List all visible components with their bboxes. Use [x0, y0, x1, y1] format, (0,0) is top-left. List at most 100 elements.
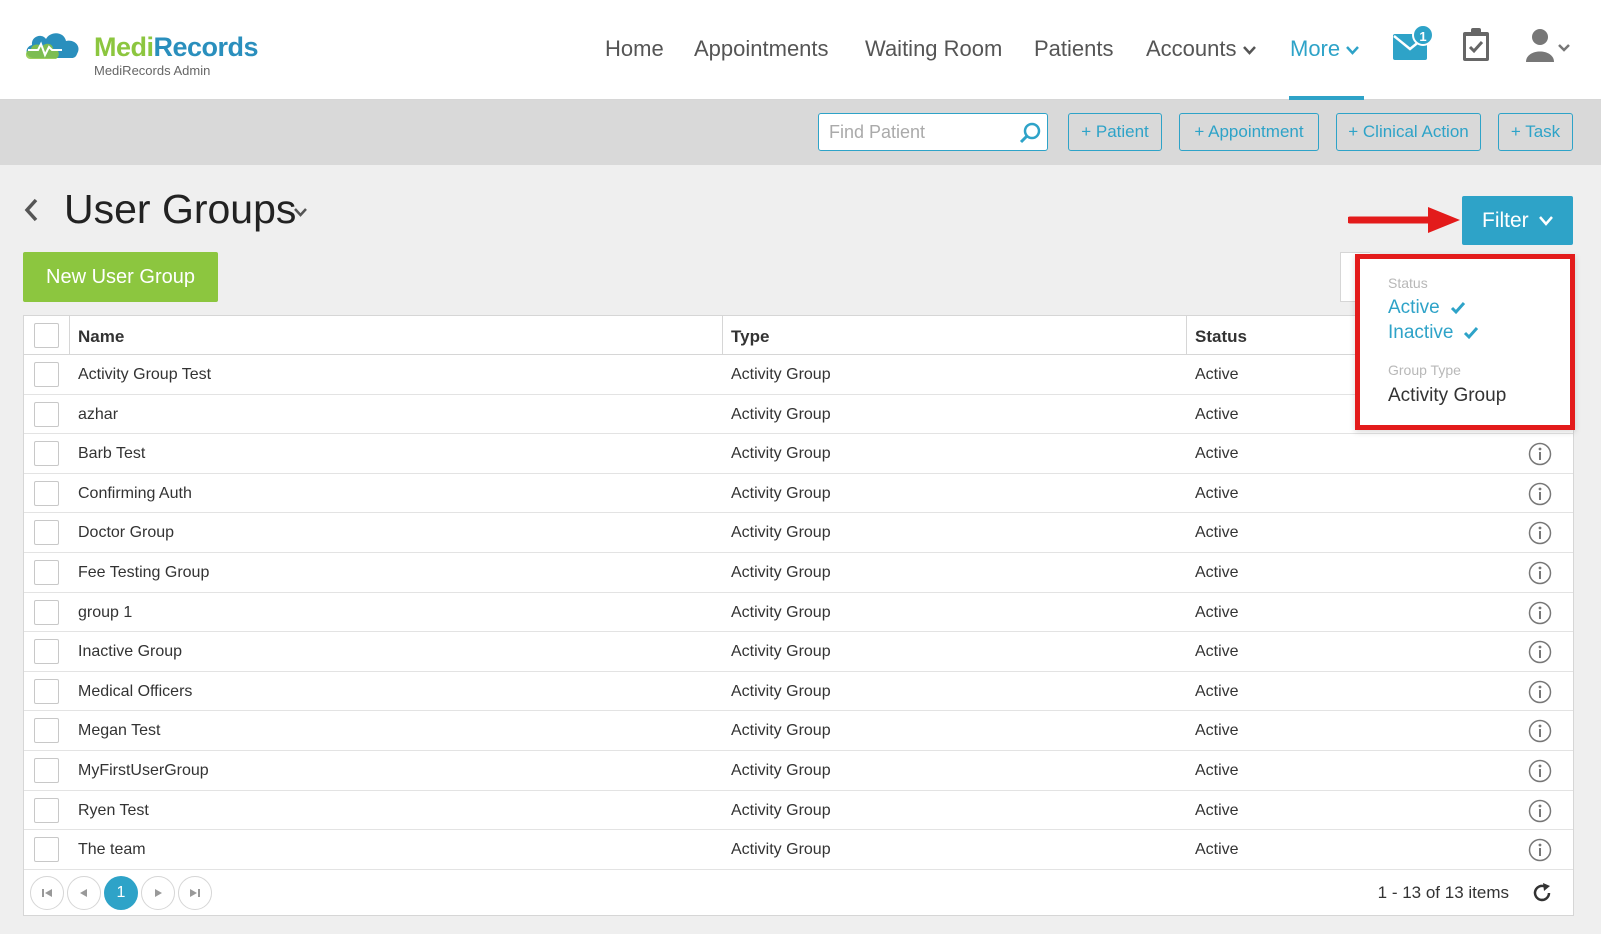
previous-page-button[interactable]: [67, 876, 101, 910]
row-info-button[interactable]: [1528, 799, 1552, 828]
row-checkbox[interactable]: [34, 758, 59, 783]
add-task-button[interactable]: + Task: [1498, 113, 1573, 151]
current-page-indicator[interactable]: 1: [104, 876, 138, 910]
row-select-cell: [24, 751, 70, 790]
group-status-cell: Active: [1195, 445, 1239, 463]
table-row[interactable]: Medical Officers Activity Group Active: [24, 672, 1573, 712]
row-checkbox[interactable]: [34, 718, 59, 744]
group-status-cell: Active: [1195, 801, 1239, 819]
row-checkbox[interactable]: [34, 441, 59, 467]
info-icon: [1528, 838, 1552, 862]
nav-patients[interactable]: Patients: [1034, 36, 1114, 62]
group-name-cell[interactable]: azhar: [78, 395, 118, 434]
row-checkbox[interactable]: [34, 797, 59, 823]
group-type-option[interactable]: Activity Group: [1388, 385, 1506, 407]
annotation-arrow-icon: [1348, 207, 1460, 233]
group-name-cell[interactable]: The team: [78, 830, 146, 869]
new-user-group-button[interactable]: New User Group: [23, 252, 218, 302]
table-row[interactable]: Fee Testing Group Activity Group Active: [24, 553, 1573, 593]
nav-accounts[interactable]: Accounts: [1146, 36, 1256, 62]
table-row[interactable]: group 1 Activity Group Active: [24, 593, 1573, 633]
filter-button[interactable]: Filter: [1462, 196, 1573, 245]
status-option-active[interactable]: Active: [1388, 297, 1466, 319]
row-info-button[interactable]: [1528, 601, 1552, 630]
find-patient-box[interactable]: [818, 113, 1048, 151]
row-checkbox[interactable]: [34, 837, 59, 863]
table-row[interactable]: The team Activity Group Active: [24, 830, 1573, 870]
find-patient-input[interactable]: [819, 114, 1009, 150]
group-name-cell[interactable]: Doctor Group: [78, 513, 174, 552]
row-checkbox[interactable]: [34, 480, 59, 506]
chevron-down-icon[interactable]: [1558, 44, 1570, 52]
user-profile-icon[interactable]: [1525, 28, 1555, 62]
column-header-name[interactable]: Name: [78, 316, 124, 354]
table-row[interactable]: Confirming Auth Activity Group Active: [24, 474, 1573, 514]
column-header-status[interactable]: Status: [1195, 316, 1247, 354]
row-checkbox[interactable]: [34, 401, 59, 427]
status-option-inactive[interactable]: Inactive: [1388, 322, 1479, 344]
add-clinical-action-button[interactable]: + Clinical Action: [1336, 113, 1481, 151]
table-row[interactable]: Doctor Group Activity Group Active: [24, 513, 1573, 553]
group-type-cell: Activity Group: [731, 405, 831, 423]
row-info-button[interactable]: [1528, 561, 1552, 590]
add-appointment-button[interactable]: + Appointment: [1179, 113, 1319, 151]
first-page-button[interactable]: [30, 876, 64, 910]
row-info-button[interactable]: [1528, 640, 1552, 669]
chevron-down-icon[interactable]: [294, 208, 307, 217]
group-type-cell: Activity Group: [731, 603, 831, 621]
nav-more[interactable]: More: [1290, 36, 1360, 62]
next-page-button[interactable]: [141, 876, 175, 910]
group-name-cell[interactable]: group 1: [78, 593, 132, 632]
row-info-button[interactable]: [1528, 521, 1552, 550]
select-all-checkbox[interactable]: [34, 323, 59, 348]
nav-appointments[interactable]: Appointments: [694, 36, 829, 62]
group-name-cell[interactable]: MyFirstUserGroup: [78, 751, 209, 790]
row-info-button[interactable]: [1528, 442, 1552, 471]
table-row[interactable]: Activity Group Test Activity Group Active: [24, 355, 1573, 395]
group-name-cell[interactable]: Medical Officers: [78, 672, 192, 711]
table-row[interactable]: azhar Activity Group Active: [24, 395, 1573, 435]
row-checkbox[interactable]: [34, 599, 59, 625]
row-checkbox[interactable]: [34, 520, 59, 546]
clipboard-check-icon[interactable]: [1462, 28, 1490, 62]
group-name-cell[interactable]: Activity Group Test: [78, 355, 211, 394]
nav-home[interactable]: Home: [605, 36, 664, 62]
row-checkbox[interactable]: [34, 362, 59, 387]
row-info-button[interactable]: [1528, 759, 1552, 788]
filter-dropdown-panel: Status Active Inactive Group Type Activi…: [1355, 254, 1575, 430]
add-patient-button[interactable]: + Patient: [1068, 113, 1162, 151]
group-status-cell: Active: [1195, 682, 1239, 700]
row-info-button[interactable]: [1528, 680, 1552, 709]
table-row[interactable]: Inactive Group Activity Group Active: [24, 632, 1573, 672]
row-checkbox[interactable]: [34, 678, 59, 704]
group-name-cell[interactable]: Confirming Auth: [78, 474, 192, 513]
group-name-cell[interactable]: Megan Test: [78, 711, 160, 750]
nav-more-label: More: [1290, 36, 1341, 61]
row-info-button[interactable]: [1528, 719, 1552, 748]
nav-waiting-room[interactable]: Waiting Room: [865, 36, 1002, 62]
table-row[interactable]: Barb Test Activity Group Active: [24, 434, 1573, 474]
row-info-button[interactable]: [1528, 482, 1552, 511]
row-select-cell: [24, 711, 70, 750]
row-checkbox[interactable]: [34, 560, 59, 585]
back-chevron-icon[interactable]: [24, 198, 39, 222]
table-row[interactable]: Ryen Test Activity Group Active: [24, 791, 1573, 831]
row-checkbox[interactable]: [34, 639, 59, 665]
refresh-icon[interactable]: [1531, 882, 1553, 904]
group-type-cell: Activity Group: [731, 722, 831, 740]
group-name-cell[interactable]: Barb Test: [78, 434, 145, 473]
group-name-cell[interactable]: Ryen Test: [78, 791, 149, 830]
last-page-button[interactable]: [178, 876, 212, 910]
table-row[interactable]: MyFirstUserGroup Activity Group Active: [24, 751, 1573, 791]
table-row[interactable]: Megan Test Activity Group Active: [24, 711, 1573, 751]
column-divider: [722, 316, 723, 355]
row-select-cell: [24, 553, 70, 592]
group-status-cell: Active: [1195, 643, 1239, 661]
group-name-cell[interactable]: Inactive Group: [78, 632, 182, 671]
group-type-cell: Activity Group: [731, 801, 831, 819]
column-header-type[interactable]: Type: [731, 316, 769, 354]
search-icon[interactable]: [1019, 122, 1041, 144]
group-name-cell[interactable]: Fee Testing Group: [78, 553, 209, 592]
row-info-button[interactable]: [1528, 838, 1552, 867]
column-divider: [1186, 316, 1187, 355]
